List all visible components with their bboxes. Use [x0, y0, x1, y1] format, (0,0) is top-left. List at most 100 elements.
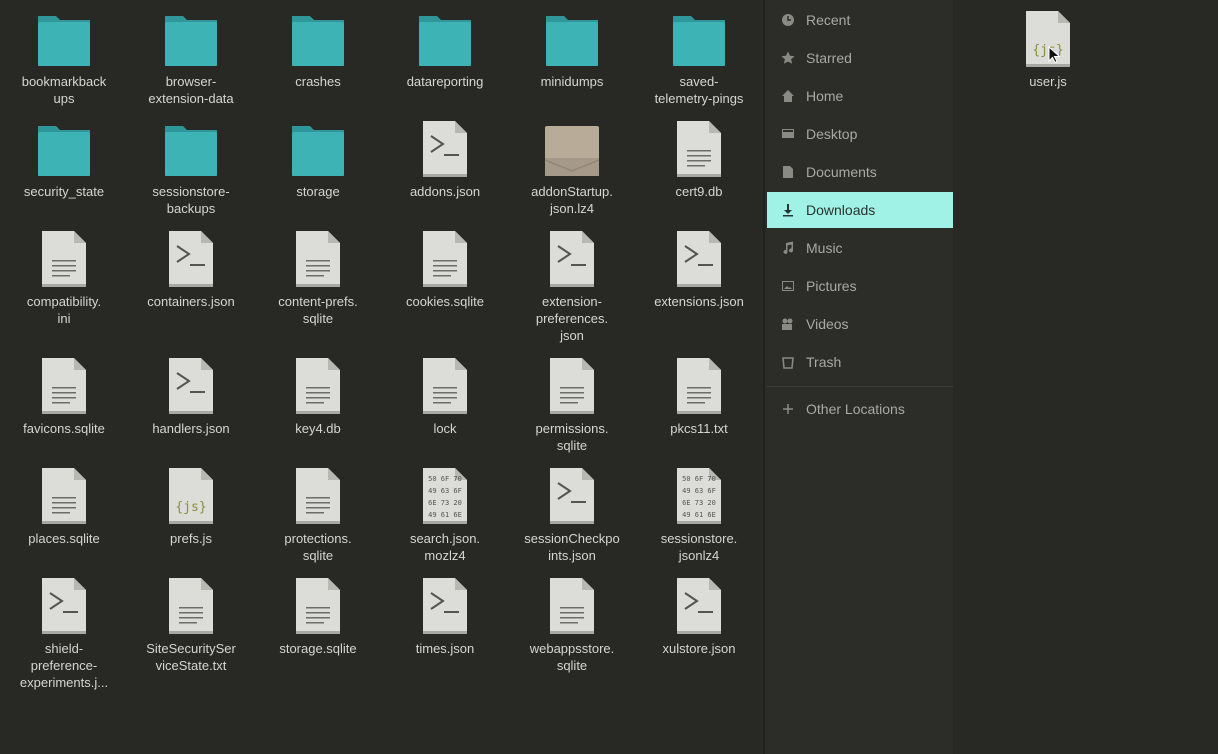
sidebar-item-music[interactable]: Music — [767, 230, 955, 266]
file-item[interactable]: places.sqlite — [4, 467, 124, 577]
file-item[interactable]: security_state — [4, 120, 124, 230]
file-item[interactable]: cert9.db — [639, 120, 759, 230]
sidebar-item-label: Starred — [806, 50, 852, 66]
file-item[interactable]: storage.sqlite — [258, 577, 378, 687]
folder-icon — [415, 10, 475, 68]
sidebar-item-label: Music — [806, 240, 843, 256]
sidebar-item-trash[interactable]: Trash — [767, 344, 955, 380]
sidebar-item-other-locations[interactable]: Other Locations — [767, 391, 955, 427]
file-item[interactable]: addons.json — [385, 120, 505, 230]
text-file-icon — [415, 230, 475, 288]
file-item[interactable]: shield- preference- experiments.j... — [4, 577, 124, 690]
script-file-icon — [34, 577, 94, 635]
folder-icon — [542, 10, 602, 68]
text-file-icon — [542, 577, 602, 635]
svg-text:50 6F 70: 50 6F 70 — [682, 475, 716, 483]
music-icon — [780, 240, 796, 256]
sidebar-item-videos[interactable]: Videos — [767, 306, 955, 342]
folder-icon — [669, 10, 729, 68]
sidebar-item-desktop[interactable]: Desktop — [767, 116, 955, 152]
file-item[interactable]: addonStartup. json.lz4 — [512, 120, 632, 230]
picture-icon — [780, 278, 796, 294]
text-file-icon — [288, 230, 348, 288]
file-item[interactable]: bookmarkback ups — [4, 10, 124, 120]
svg-text:50 6F 70: 50 6F 70 — [428, 475, 462, 483]
sidebar-item-pictures[interactable]: Pictures — [767, 268, 955, 304]
file-item[interactable]: SiteSecuritySer viceState.txt — [131, 577, 251, 687]
text-file-icon — [288, 357, 348, 415]
file-item[interactable]: sessionstore- backups — [131, 120, 251, 230]
file-label: lock — [433, 421, 457, 436]
binary-file-icon: 50 6F 70 49 63 6F 6E 73 20 49 61 6E — [669, 467, 729, 525]
file-item[interactable]: protections. sqlite — [258, 467, 378, 577]
file-label: xulstore.json — [662, 641, 736, 656]
sidebar-item-label: Documents — [806, 164, 877, 180]
text-file-icon — [669, 120, 729, 178]
file-label: sessionCheckpo ints.json — [524, 531, 620, 563]
file-label: key4.db — [295, 421, 341, 436]
text-file-icon — [669, 357, 729, 415]
file-label: extension- preferences. json — [535, 294, 609, 343]
document-icon — [780, 164, 796, 180]
file-item[interactable]: webappsstore. sqlite — [512, 577, 632, 687]
file-item[interactable]: content-prefs. sqlite — [258, 230, 378, 340]
file-label: pkcs11.txt — [670, 421, 728, 436]
sidebar-item-label: Downloads — [806, 202, 876, 218]
sidebar-item-recent[interactable]: Recent — [767, 2, 955, 38]
file-item[interactable]: pkcs11.txt — [639, 357, 759, 467]
file-item[interactable]: storage — [258, 120, 378, 230]
file-label: addons.json — [409, 184, 481, 199]
file-label: security_state — [23, 184, 105, 199]
sidebar-separator — [767, 386, 955, 387]
file-item[interactable]: permissions. sqlite — [512, 357, 632, 467]
file-item[interactable]: key4.db — [258, 357, 378, 467]
file-label: search.json. mozlz4 — [409, 531, 481, 563]
sidebar-item-label: Other Locations — [806, 401, 905, 417]
file-item[interactable]: 50 6F 70 49 63 6F 6E 73 20 49 61 6E search.… — [385, 467, 505, 577]
file-item[interactable]: extensions.json — [639, 230, 759, 340]
svg-text:49 61 6E: 49 61 6E — [428, 511, 462, 519]
script-file-icon — [669, 577, 729, 635]
file-item[interactable]: datareporting — [385, 10, 505, 120]
script-file-icon — [669, 230, 729, 288]
file-item[interactable]: containers.json — [131, 230, 251, 340]
file-item[interactable]: sessionCheckpo ints.json — [512, 467, 632, 577]
file-item[interactable]: saved- telemetry-pings — [639, 10, 759, 120]
download-icon — [780, 202, 796, 218]
file-label: user.js — [1029, 74, 1067, 89]
folder-icon — [288, 10, 348, 68]
sidebar-item-home[interactable]: Home — [767, 78, 955, 114]
file-item[interactable]: minidumps — [512, 10, 632, 120]
file-item[interactable]: cookies.sqlite — [385, 230, 505, 340]
file-grid: bookmarkback ups browser- extension-data… — [0, 0, 763, 754]
file-item[interactable]: xulstore.json — [639, 577, 759, 687]
svg-text:49 61 6E: 49 61 6E — [682, 511, 716, 519]
file-item[interactable]: extension- preferences. json — [512, 230, 632, 343]
downloads-pane: {js} user.js — [953, 0, 1218, 754]
file-item[interactable]: browser- extension-data — [131, 10, 251, 120]
file-label: storage.sqlite — [279, 641, 357, 656]
sidebar-item-downloads[interactable]: Downloads — [767, 192, 955, 228]
sidebar-item-starred[interactable]: Starred — [767, 40, 955, 76]
file-item[interactable]: compatibility. ini — [4, 230, 124, 340]
folder-icon — [34, 10, 94, 68]
text-file-icon — [34, 230, 94, 288]
folder-icon — [161, 10, 221, 68]
file-item[interactable]: favicons.sqlite — [4, 357, 124, 467]
archive-file-icon — [542, 120, 602, 178]
sidebar-item-documents[interactable]: Documents — [767, 154, 955, 190]
file-item[interactable]: times.json — [385, 577, 505, 687]
file-item[interactable]: lock — [385, 357, 505, 467]
folder-icon — [161, 120, 221, 178]
svg-text:6E 73 20: 6E 73 20 — [428, 499, 462, 507]
file-label: extensions.json — [654, 294, 744, 309]
file-item[interactable]: crashes — [258, 10, 378, 120]
file-item[interactable]: handlers.json — [131, 357, 251, 467]
file-item[interactable]: {js} prefs.js — [131, 467, 251, 577]
sidebar-item-label: Trash — [806, 354, 842, 370]
file-label: places.sqlite — [28, 531, 100, 546]
places-sidebar: Recent Starred Home Desktop Documents Downloa… — [763, 0, 955, 754]
js-file-icon: {js} — [161, 467, 221, 525]
file-item[interactable]: 50 6F 70 49 63 6F 6E 73 20 49 61 6E session… — [639, 467, 759, 577]
script-file-icon — [161, 230, 221, 288]
